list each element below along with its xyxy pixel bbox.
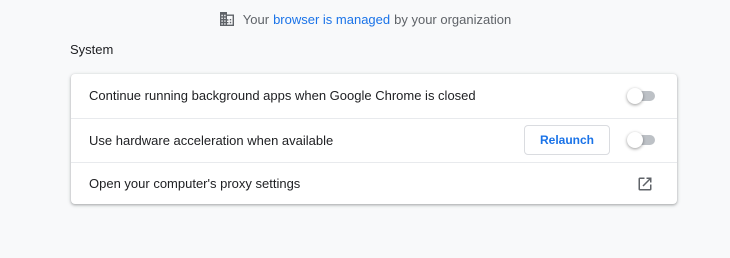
background-apps-label: Continue running background apps when Go… (89, 88, 476, 103)
banner-suffix: by your organization (394, 11, 512, 27)
background-apps-row[interactable]: Continue running background apps when Go… (71, 74, 677, 117)
managed-banner: Your browser is managed by your organiza… (0, 10, 730, 28)
toggle-knob (627, 87, 643, 104)
hardware-acceleration-toggle[interactable] (627, 132, 657, 148)
proxy-settings-label: Open your computer's proxy settings (89, 176, 301, 191)
relaunch-button[interactable]: Relaunch (523, 125, 610, 155)
toggle-knob (627, 132, 643, 148)
settings-page: Your browser is managed by your organiza… (0, 0, 730, 258)
banner-prefix: Your (242, 11, 270, 27)
system-settings-card: Continue running background apps when Go… (71, 74, 677, 204)
building-icon (219, 11, 235, 27)
proxy-settings-row[interactable]: Open your computer's proxy settings (71, 162, 677, 204)
hardware-acceleration-row: Use hardware acceleration when available… (71, 118, 677, 161)
open-in-new-icon[interactable] (637, 176, 653, 192)
section-title: System (70, 42, 114, 57)
background-apps-toggle[interactable] (627, 87, 657, 104)
hardware-acceleration-label: Use hardware acceleration when available (89, 132, 334, 148)
managed-link[interactable]: browser is managed (273, 12, 390, 27)
